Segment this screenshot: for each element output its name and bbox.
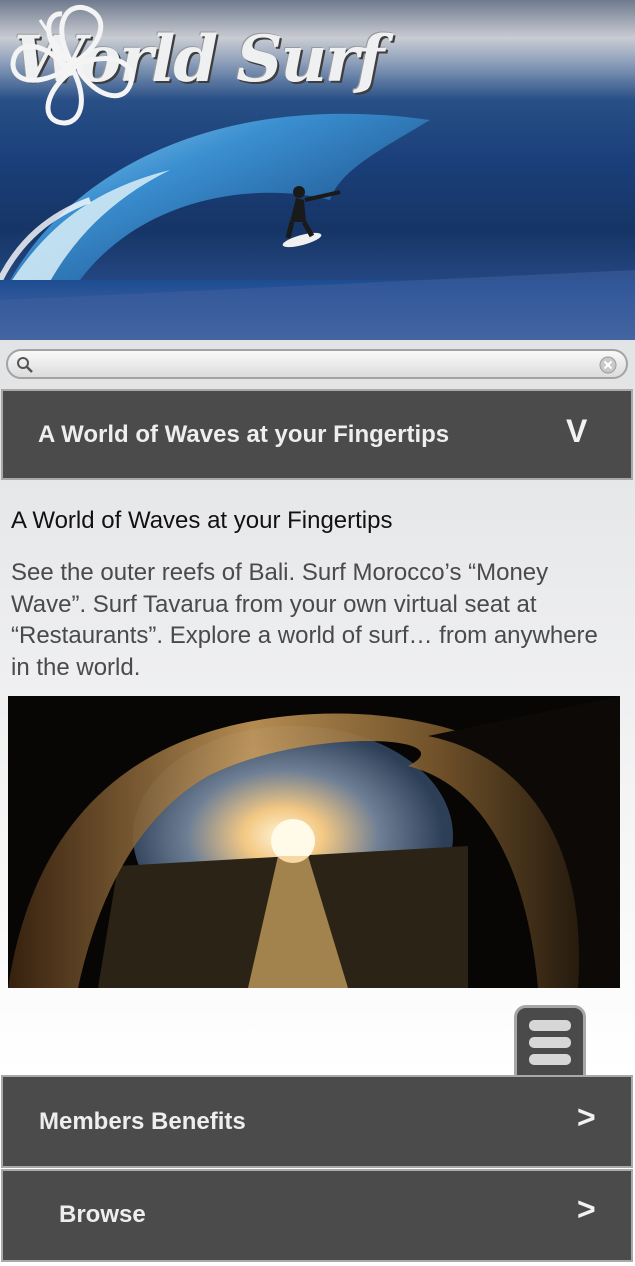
clear-icon[interactable] [599, 356, 617, 374]
content-body: See the outer reefs of Bali. Surf Morocc… [11, 559, 598, 681]
accordion-label: A World of Waves at your Fingertips [38, 421, 450, 448]
chevron-right-icon[interactable]: > [577, 1099, 596, 1136]
menu-bar [529, 1054, 571, 1065]
accordion-item-browse[interactable]: Browse > [1, 1169, 633, 1262]
header-banner: World Surf [0, 0, 635, 340]
accordion-label: Browse [59, 1201, 146, 1228]
menu-icon[interactable] [514, 1005, 586, 1075]
content-title: A World of Waves at your Fingertips [11, 507, 393, 534]
menu-bar [529, 1020, 571, 1031]
hibiscus-flower-icon [10, 5, 134, 126]
search-icon[interactable] [16, 356, 34, 374]
accordion-item-members-benefits[interactable]: Members Benefits > [1, 1075, 633, 1168]
search-bar [6, 349, 628, 379]
chevron-down-icon[interactable]: V [566, 413, 587, 450]
page: World Surf A World of Waves at your Fing [0, 0, 635, 1266]
accordion-label: Members Benefits [39, 1108, 246, 1135]
sunset-wave-photo [8, 696, 620, 988]
menu-bar [529, 1037, 571, 1048]
search-input[interactable] [40, 353, 600, 375]
accordion-header-world-of-waves[interactable]: A World of Waves at your Fingertips V [1, 389, 633, 480]
chevron-right-icon[interactable]: > [577, 1191, 596, 1228]
